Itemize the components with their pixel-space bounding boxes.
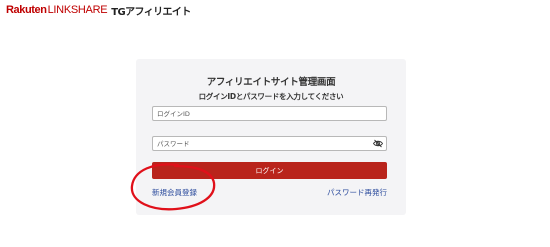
page-title: アフィリエイトサイト管理画面	[206, 77, 336, 88]
login-instructions: ログインIDとパスワードを入力してください	[198, 92, 344, 101]
password-input[interactable]	[152, 136, 387, 151]
login-card: アフィリエイトサイト管理画面 ログインIDとパスワードを入力してください ログイ…	[136, 59, 406, 215]
register-link[interactable]: 新規会員登録	[152, 187, 197, 198]
site-header: Rakuten LINKSHARE TGアフィリエイト	[6, 3, 191, 18]
login-button[interactable]: ログイン	[152, 162, 387, 179]
login-id-input[interactable]	[152, 106, 387, 121]
eye-slash-icon[interactable]	[373, 139, 383, 148]
tg-affiliate-logo[interactable]: TGアフィリエイト	[111, 3, 191, 18]
password-reset-link[interactable]: パスワード再発行	[327, 187, 387, 198]
rakuten-logo[interactable]: Rakuten	[6, 4, 47, 16]
linkshare-logo[interactable]: LINKSHARE	[48, 4, 108, 16]
password-field	[152, 136, 387, 151]
